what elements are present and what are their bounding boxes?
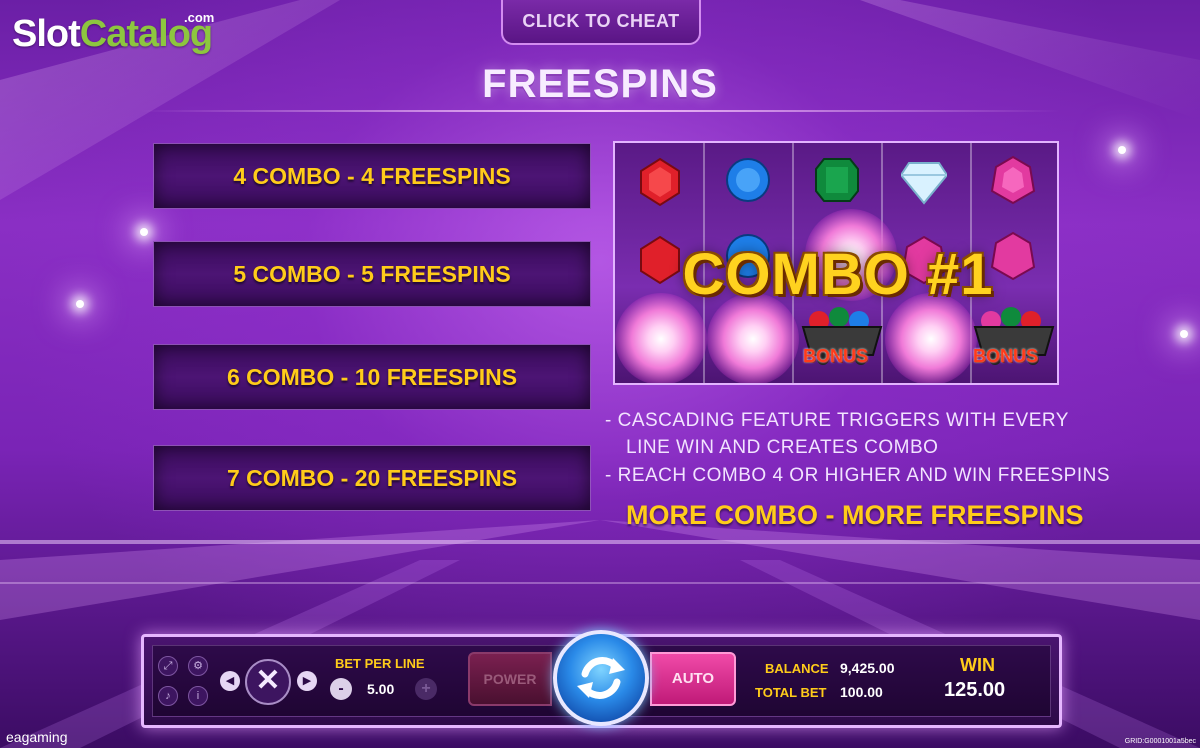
total-bet-value: 100.00 (840, 684, 883, 700)
logo-com: .com (184, 10, 215, 25)
green-gem-icon (815, 158, 859, 202)
refresh-icon (577, 657, 625, 699)
bonus-label: BONUS (803, 346, 869, 366)
white-diamond-icon (901, 162, 947, 205)
sparkle (1180, 330, 1188, 338)
bet-per-line-value: 5.00 (367, 681, 395, 697)
combo-row-6: 6 COMBO - 10 FREESPINS (153, 344, 591, 410)
total-bet-label: TOTAL BET (755, 685, 827, 700)
pink-gem-icon (990, 155, 1036, 205)
sparkle (76, 300, 84, 308)
close-button[interactable]: ✕ (245, 659, 291, 705)
grid-id: GRID:G0001001a5bec (1124, 738, 1196, 745)
balance-label: BALANCE (765, 661, 829, 676)
combo-row-4: 4 COMBO - 4 FREESPINS (153, 143, 591, 209)
info-icon[interactable]: i (188, 686, 208, 706)
title-divider (140, 110, 1060, 112)
bonus-label: BONUS (973, 346, 1039, 366)
eagaming-brand-text: eagaming (6, 729, 68, 745)
bet-per-line-label: BET PER LINE (335, 656, 425, 671)
combo-row-7: 7 COMBO - 20 FREESPINS (153, 445, 591, 511)
click-to-cheat-button[interactable]: CLICK TO CHEAT (501, 0, 701, 45)
sparkle (1118, 146, 1126, 154)
slotcatalog-logo: .com SlotCatalog (12, 10, 215, 58)
spin-button[interactable] (553, 630, 649, 726)
blue-gem-icon (726, 158, 770, 202)
gear-icon[interactable]: ⚙ (188, 656, 208, 676)
page-title: FREESPINS (482, 62, 718, 106)
win-value: 125.00 (944, 679, 1006, 701)
mute-icon[interactable]: ♪ (158, 686, 178, 706)
next-arrow-button[interactable]: ▶ (297, 671, 317, 691)
logo-slot: Slot (12, 13, 81, 55)
red-gem-icon (640, 157, 680, 207)
feature-description-line: - REACH COMBO 4 OR HIGHER AND WIN FREESP… (605, 465, 1110, 486)
more-combo-slogan: MORE COMBO - MORE FREESPINS (626, 500, 1084, 530)
combo-preview-image: BONUS BONUS COMBO #1 (613, 141, 1059, 385)
eagaming-brand: eagaming (6, 729, 68, 745)
feature-description-line: - CASCADING FEATURE TRIGGERS WITH EVERY (605, 410, 1069, 431)
feature-description-line: LINE WIN AND CREATES COMBO (626, 437, 939, 458)
win-label: WIN (960, 655, 995, 675)
bet-increase-button[interactable]: + (415, 678, 437, 700)
combo-number-text: COMBO #1 (682, 242, 994, 307)
sparkle (140, 228, 148, 236)
auto-button[interactable]: AUTO (650, 652, 736, 706)
bet-decrease-button[interactable]: - (330, 678, 352, 700)
balance-value: 9,425.00 (840, 660, 895, 676)
power-button[interactable]: POWER (468, 652, 552, 706)
combo-row-5: 5 COMBO - 5 FREESPINS (153, 241, 591, 307)
fullscreen-icon[interactable]: ⤢ (158, 656, 178, 676)
prev-arrow-button[interactable]: ◀ (220, 671, 240, 691)
